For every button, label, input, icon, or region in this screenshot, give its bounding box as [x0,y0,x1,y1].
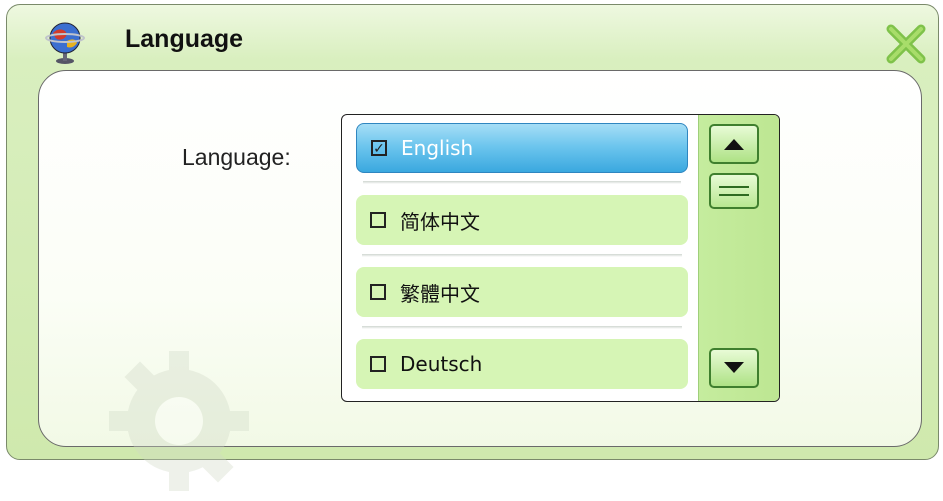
language-items: ✓ English 简体中文 繁體中文 Deutsch [356,123,688,401]
list-item-label: Deutsch [400,352,483,376]
list-item-label: 简体中文 [400,209,480,234]
arrow-down-icon [724,362,744,373]
item-separator [362,326,682,329]
list-item-label: English [401,136,474,160]
dialog-title: Language [125,25,244,53]
checkbox-checked-icon[interactable]: ✓ [371,140,387,156]
close-icon[interactable] [883,23,929,65]
checkbox-icon[interactable] [370,284,386,300]
checkbox-icon[interactable] [370,212,386,228]
scroll-thumb[interactable] [709,173,759,209]
list-item-simplified-chinese[interactable]: 简体中文 [356,195,688,257]
item-separator [363,181,681,184]
language-listbox[interactable]: ✓ English 简体中文 繁體中文 Deutsch [341,114,780,402]
list-item-deutsch[interactable]: Deutsch [356,339,688,389]
list-item-english[interactable]: ✓ English [356,123,688,184]
list-scrollbar[interactable] [698,115,779,401]
globe-icon [45,22,85,64]
item-separator [362,254,682,257]
list-item-traditional-chinese[interactable]: 繁體中文 [356,267,688,329]
scroll-up-button[interactable] [709,124,759,164]
thumb-grip-line [719,194,749,196]
list-item-label: 繁體中文 [400,281,480,306]
thumb-grip-line [719,186,749,188]
checkbox-icon[interactable] [370,356,386,372]
scroll-down-button[interactable] [709,348,759,388]
language-label: Language: [182,144,291,170]
gear-watermark-icon [109,351,249,491]
arrow-up-icon [724,139,744,150]
